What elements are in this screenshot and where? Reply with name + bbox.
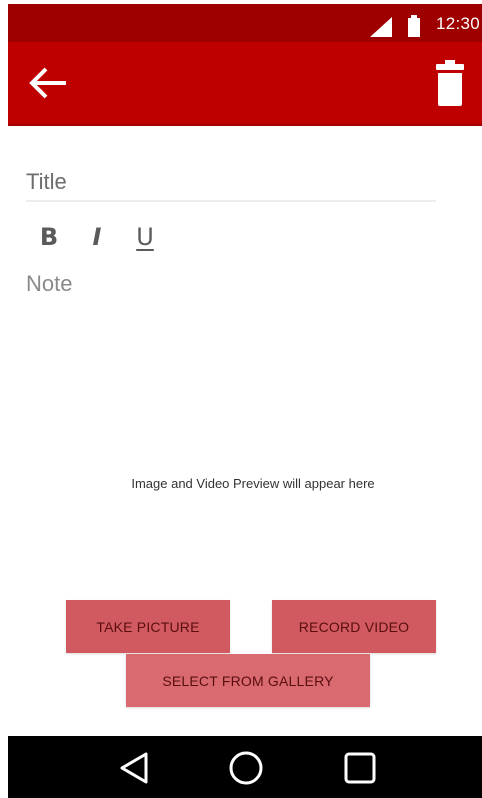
toolbar [8, 42, 482, 126]
app-screen: 12:30 B I U Image and Video Preview will… [0, 0, 482, 798]
back-button[interactable] [26, 60, 72, 106]
navigation-bar [8, 736, 482, 798]
bold-button[interactable]: B [34, 222, 64, 252]
delete-button[interactable] [428, 60, 472, 108]
take-picture-button[interactable]: TAKE PICTURE [66, 600, 230, 653]
status-time: 12:30 [436, 14, 481, 33]
signal-icon [370, 17, 392, 37]
format-toolbar: B I U [34, 222, 160, 252]
media-preview-placeholder: Image and Video Preview will appear here [131, 476, 375, 491]
select-from-gallery-button[interactable]: SELECT FROM GALLERY [126, 654, 370, 707]
battery-icon [408, 15, 420, 37]
record-video-button[interactable]: RECORD VIDEO [272, 600, 436, 653]
note-input[interactable] [26, 271, 446, 431]
trash-icon [436, 60, 464, 106]
underline-button[interactable]: U [130, 222, 160, 252]
status-bar: 12:30 [8, 4, 482, 42]
italic-button[interactable]: I [82, 222, 112, 252]
nav-home-icon[interactable] [228, 750, 264, 786]
nav-recents-icon[interactable] [342, 750, 378, 786]
title-input[interactable] [26, 164, 436, 202]
nav-back-icon[interactable] [116, 750, 152, 786]
editor-content: B I U Image and Video Preview will appea… [8, 126, 482, 736]
arrow-left-icon [29, 67, 66, 99]
